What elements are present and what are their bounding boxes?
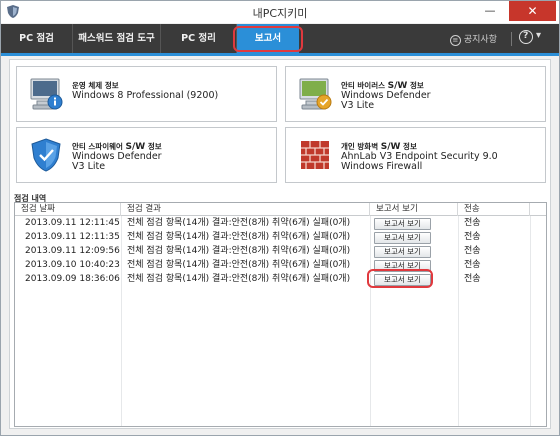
row-send[interactable]: 전송 [464,245,481,259]
history-table-header: 점검 날짜 점검 결과 보고서 보기 전송 [15,203,546,216]
view-report-button[interactable]: 보고서 보기 [374,232,431,244]
row-date: 2013.09.09 18:36:06 [25,274,120,284]
table-row: 2013.09.10 10:40:23 전체 점검 항목(14개) 결과:안전(… [15,259,546,273]
tab-pc-check[interactable]: PC 점검 [1,24,73,53]
firewall-info-card: 개인 방화벽 S/W 정보 AhnLab V3 Endpoint Securit… [285,127,546,183]
app-window: 내PC지키미 — ✕ PC 점검 패스워드 점검 도구 PC 정리 보고서 ≡ 공… [0,0,560,436]
row-result: 전체 점검 항목(14개) 결과:안전(8개) 취약(6개) 실패(0개) [127,218,351,228]
row-result: 전체 점검 항목(14개) 결과:안전(8개) 취약(6개) 실패(0개) [127,232,351,242]
column-header-result[interactable]: 점검 결과 [121,203,370,216]
row-date: 2013.09.11 12:09:56 [25,246,120,256]
table-row: 2013.09.11 12:09:56 전체 점검 항목(14개) 결과:안전(… [15,245,546,259]
column-header-date[interactable]: 점검 날짜 [15,203,121,216]
computer-info-icon [30,78,63,110]
chevron-down-icon: ▾ [535,30,541,41]
report-button-highlight-ring [367,269,433,288]
row-send[interactable]: 전송 [464,231,481,245]
row-date: 2013.09.10 10:40:23 [25,260,120,270]
antispyware-value-line2: V3 Lite [72,161,106,172]
row-result: 전체 점검 항목(14개) 결과:안전(8개) 취약(6개) 실패(0개) [127,274,351,284]
firewall-info-value: AhnLab V3 Endpoint Security 9.0 Windows … [341,152,498,172]
antispyware-title-prefix: 안티 스파이웨어 [72,142,126,151]
notice-link[interactable]: ≡ 공지사항 [449,32,497,46]
os-info-card: 운영 체제 정보 Windows 8 Professional (9200) [16,66,277,122]
row-send[interactable]: 전송 [464,273,481,287]
column-header-send[interactable]: 전송 [458,203,530,216]
table-row: 2013.09.09 18:36:06 전체 점검 항목(14개) 결과:안전(… [15,273,546,287]
help-icon: ? [518,30,533,44]
row-result: 전체 점검 항목(14개) 결과:안전(8개) 취약(6개) 실패(0개) [127,246,351,256]
report-tab-highlight-ring [233,26,303,52]
antivirus-title-prefix: 안티 바이러스 [341,81,388,90]
column-header-report[interactable]: 보고서 보기 [370,203,458,216]
antivirus-computer-icon [299,78,332,110]
tab-password-check[interactable]: 패스워드 점검 도구 [73,24,161,53]
antispyware-info-card: 안티 스파이웨어 S/W 정보 Windows Defender V3 Lite [16,127,277,183]
antivirus-info-value: Windows Defender V3 Lite [341,91,431,111]
firewall-value-line2: Windows Firewall [341,161,423,172]
table-row: 2013.09.11 12:11:35 전체 점검 항목(14개) 결과:안전(… [15,231,546,245]
notice-label: 공지사항 [463,35,497,45]
view-report-button[interactable]: 보고서 보기 [374,218,431,230]
table-row: 2013.09.11 12:11:45 전체 점검 항목(14개) 결과:안전(… [15,217,546,231]
notice-icon: ≡ [449,35,461,46]
row-result: 전체 점검 항목(14개) 결과:안전(8개) 취약(6개) 실패(0개) [127,260,351,270]
minimize-button[interactable]: — [477,1,503,21]
shield-icon [31,138,61,172]
firewall-brick-icon [301,141,329,169]
row-date: 2013.09.11 12:11:45 [25,218,120,228]
close-button[interactable]: ✕ [509,1,556,21]
tab-pc-cleanup[interactable]: PC 정리 [161,24,237,53]
antispyware-title-suffix: 정보 [145,142,162,151]
row-send[interactable]: 전송 [464,259,481,273]
antivirus-value-line2: V3 Lite [341,100,375,111]
antispyware-info-value: Windows Defender V3 Lite [72,152,162,172]
firewall-title-suffix: 정보 [400,142,417,151]
antivirus-info-card: 안티 바이러스 S/W 정보 Windows Defender V3 Lite [285,66,546,122]
history-table: 점검 날짜 점검 결과 보고서 보기 전송 2013.09.11 12:11:4… [14,202,547,427]
view-report-button[interactable]: 보고서 보기 [374,246,431,258]
toolbar-divider [511,32,512,46]
os-info-value: Windows 8 Professional (9200) [72,90,219,101]
title-bar: 내PC지키미 — ✕ [1,1,559,23]
antivirus-title-suffix: 정보 [407,81,424,90]
row-date: 2013.09.11 12:11:35 [25,232,120,242]
help-menu-button[interactable]: ? ▾ [518,30,541,44]
firewall-title-prefix: 개인 방화벽 [341,142,381,151]
main-tab-bar: PC 점검 패스워드 점검 도구 PC 정리 보고서 ≡ 공지사항 ? ▾ [1,24,559,56]
row-send[interactable]: 전송 [464,217,481,231]
window-title: 내PC지키미 [252,7,308,20]
